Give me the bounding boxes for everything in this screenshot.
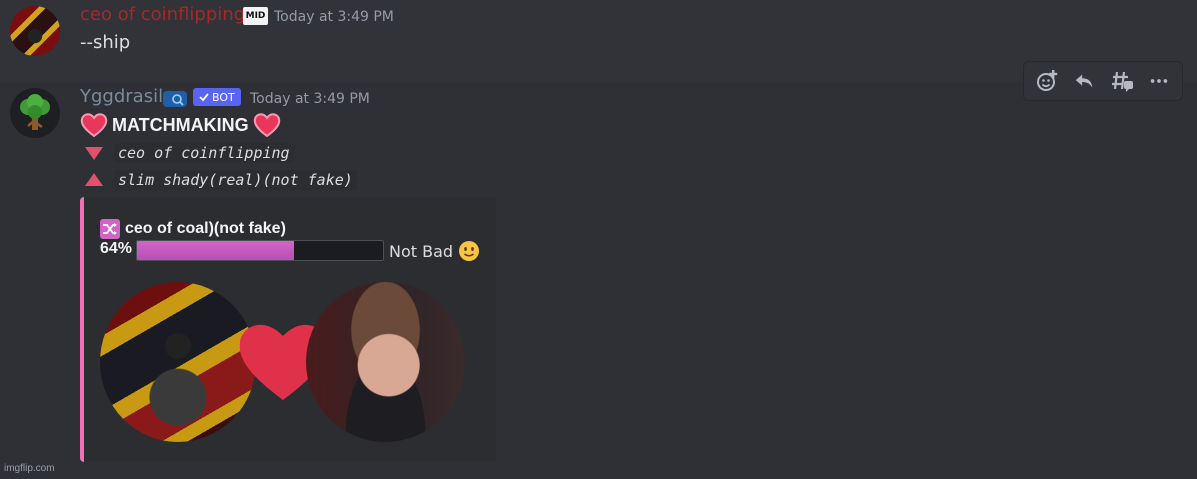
username-message1[interactable]: ceo of coinflipping (80, 4, 245, 25)
red-triangle-up-icon (85, 173, 103, 186)
timestamp-message2: Today at 3:49 PM (250, 91, 370, 107)
watermark: imgflip.com (4, 463, 55, 474)
message-toolbar (1023, 61, 1183, 101)
role-badge: MID (243, 7, 268, 25)
ship-name: ceo of coal)(not fake) (125, 220, 286, 237)
user-a-line: ceo of coinflipping (84, 141, 294, 165)
more-icon[interactable] (1143, 65, 1175, 97)
add-reaction-icon[interactable] (1031, 65, 1063, 97)
heart-emoji-icon (80, 113, 108, 138)
match-progress-bar (136, 240, 384, 261)
shuffle-icon (100, 219, 120, 239)
title-text: MATCHMAKING (112, 114, 249, 135)
red-triangle-down-icon (85, 147, 103, 160)
slightly-smiling-face-icon (459, 241, 480, 261)
user-b-name: slim shady(real)(not fake) (114, 170, 357, 190)
timestamp-message1: Today at 3:49 PM (274, 9, 394, 25)
checkmark-icon (199, 93, 209, 102)
user-b-avatar-image[interactable] (306, 282, 465, 442)
user-b-line: slim shady(real)(not fake) (84, 168, 357, 192)
match-percent: 64% (100, 240, 133, 257)
heart-emoji-icon (253, 113, 280, 138)
matchmaking-title: MATCHMAKING (80, 112, 281, 138)
bot-tag: BOT (193, 88, 241, 106)
user-a-avatar-image[interactable] (100, 282, 256, 442)
avatar-ceo-of-coinflipping[interactable] (10, 6, 60, 56)
create-thread-icon[interactable] (1106, 65, 1138, 97)
embed-title: ceo of coal)(not fake) (100, 218, 286, 240)
username-message2[interactable]: Yggdrasil (80, 86, 163, 107)
verdict-text: Not Bad (389, 241, 454, 261)
match-verdict: Not Bad (389, 240, 480, 262)
message1-content: --ship (80, 32, 131, 53)
match-progress-fill (137, 241, 295, 260)
user-a-name: ceo of coinflipping (114, 143, 294, 163)
tree-icon (20, 94, 50, 130)
avatar-yggdrasil[interactable] (10, 88, 60, 138)
verified-badge-icon (162, 90, 188, 108)
bot-tag-label: BOT (212, 90, 235, 104)
reply-icon[interactable] (1068, 65, 1100, 97)
